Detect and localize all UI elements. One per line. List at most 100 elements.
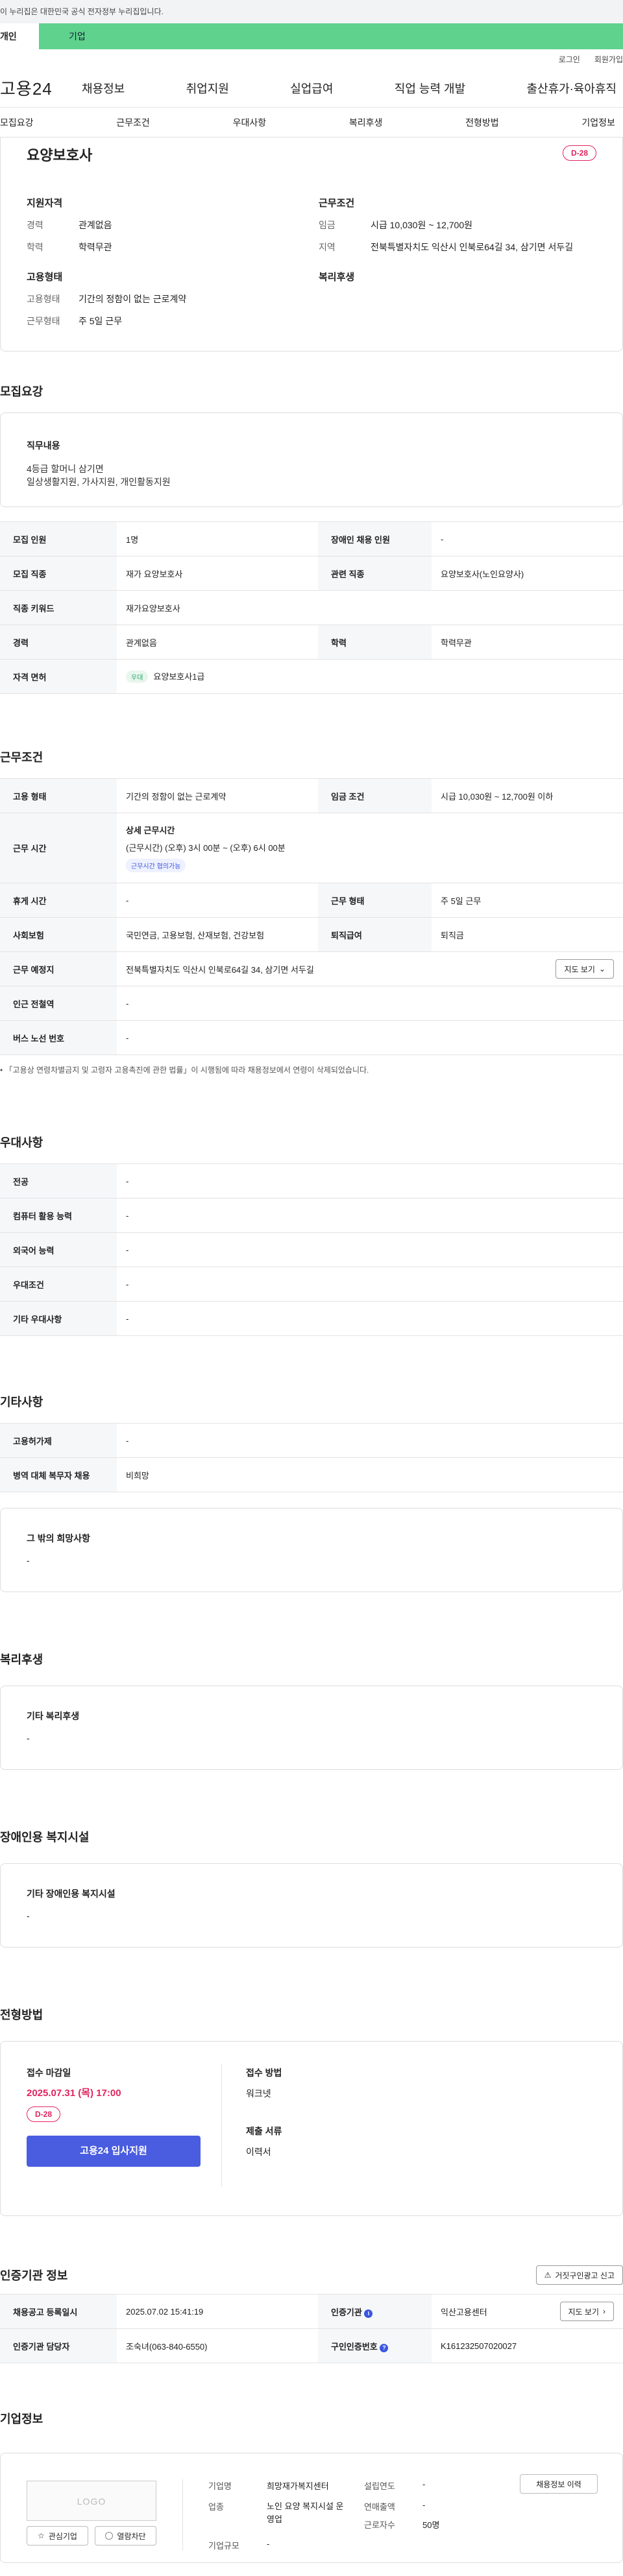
cell-value: 비희망: [117, 1457, 623, 1492]
duty-line: 4등급 할머니 삼기면: [27, 464, 104, 474]
hope-box: 그 밖의 희망사항 -: [0, 1508, 623, 1592]
cell-value: 2025.07.02 15:41:19: [117, 2294, 318, 2329]
agency-table: 채용공고 등록일시 2025.07.02 15:41:19 인증기관 i 익산고…: [0, 2294, 623, 2363]
gnb-item-employment-support[interactable]: 취업지원: [186, 80, 229, 97]
agency-map-button[interactable]: 지도 보기 ›: [559, 2302, 614, 2321]
company-sales-value: -: [422, 2500, 426, 2510]
table-row: 컴퓨터 활용 능력 -: [0, 1198, 623, 1233]
company-biz-value: 노인 요양 복지시설 운영업: [267, 2501, 344, 2524]
gnb-item-jobs[interactable]: 채용정보: [82, 80, 125, 97]
info-icon[interactable]: i: [364, 2309, 373, 2318]
table-row: 고용허가제 -: [0, 1423, 623, 1458]
qual-label: 학력: [27, 242, 43, 252]
cell-label: 근무 시간: [0, 813, 117, 883]
conditions-block: 근무조건 임금 시급 10,030원 ~ 12,700원 지역 전북특별자치도 익산…: [319, 196, 591, 263]
prefer-tag: 우대: [126, 671, 149, 683]
gov-notice-bar: 이 누리집은 대한민국 공식 전자정부 누리집입니다.: [0, 0, 623, 23]
apply-button[interactable]: 고용24 입사지원: [27, 2136, 201, 2167]
join-link[interactable]: 회원가입: [594, 54, 623, 65]
job-summary-card: 요양보호사 D-28 지원자격 경력 관계없음 학력 학력무관 근무조건 임금 시급 …: [0, 137, 623, 352]
table-row: 채용공고 등록일시 2025.07.02 15:41:19 인증기관 i 익산고…: [0, 2294, 623, 2329]
prefer-table: 전공 - 컴퓨터 활용 능력 - 외국어 능력 - 우대조건 - 기타 우대사항 -: [0, 1163, 623, 1336]
table-row: 고용 형태 기간의 정함이 없는 근로계약 임금 조건 시급 10,030원 ~…: [0, 778, 623, 813]
global-nav: 고용24 채용정보 취업지원 실업급여 직업 능력 개발 출산휴가·육아휴직: [0, 69, 623, 108]
cell-label: 모집 직종: [0, 556, 117, 591]
table-row: 모집 인원 1명 장애인 채용 인원 -: [0, 521, 623, 556]
snb-item-company[interactable]: 기업정보: [581, 116, 615, 129]
gnb-item-leave[interactable]: 출산휴가·육아휴직: [527, 80, 617, 97]
cell-label: 경력: [0, 625, 117, 660]
gov-notice-text: 이 누리집은 대한민국 공식 전자정부 누리집입니다.: [0, 7, 164, 16]
hours-cell: 상세 근무시간 (근무시간) (오후) 3시 00분 ~ (오후) 6시 00분…: [117, 813, 623, 883]
table-row: 전공 -: [0, 1163, 623, 1199]
favorite-company-button[interactable]: ☆ 관심기업: [27, 2526, 88, 2546]
cell-value: 조숙녀(063-840-6550): [117, 2328, 318, 2363]
table-row: 휴게 시간 - 근무 형태 주 5일 근무: [0, 883, 623, 918]
cell-label: 모집 인원: [0, 521, 117, 556]
age-notice: • 「고용상 연령차별금지 및 고령자 고용촉진에 관한 법률」이 시행됨에 따…: [0, 1064, 623, 1075]
dday-badge: D-28: [562, 145, 596, 161]
employ-label: 고용형태: [27, 294, 60, 304]
recruit-section-title: 모집요강: [0, 385, 43, 398]
chevron-down-icon: ⌄: [598, 964, 605, 973]
table-row: 인증기관 담당자 조숙녀(063-840-6550) 구인인증번호 ? K161…: [0, 2328, 623, 2363]
login-link[interactable]: 로그인: [559, 54, 580, 65]
table-row: 버스 노선 번호 -: [0, 1020, 623, 1055]
gnb-item-training[interactable]: 직업 능력 개발: [395, 80, 465, 97]
cell-value: -: [117, 1163, 623, 1199]
agency-org-cell: 익산고용센터 지도 보기 ›: [432, 2294, 623, 2329]
snb-item-welfare[interactable]: 복리후생: [349, 116, 383, 129]
cell-value: 관계없음: [117, 625, 318, 660]
welfare-box: 기타 복리후생 -: [0, 1686, 623, 1770]
company-name-label: 기업명: [208, 2481, 232, 2491]
conditions-title: 근무조건: [319, 198, 355, 209]
etc-section-title: 기타사항: [0, 1396, 43, 1409]
favorite-company-label: 관심기업: [48, 2531, 77, 2541]
block-icon: [105, 2532, 114, 2540]
map-view-button[interactable]: 지도 보기 ⌄: [556, 959, 614, 979]
deadline-value: 2025.07.31 (목) 17:00: [27, 2088, 121, 2099]
disabled-section-title: 장애인용 복지시설: [0, 1831, 90, 1844]
cell-label: 외국어 능력: [0, 1232, 117, 1267]
qual-label: 경력: [27, 220, 43, 230]
cell-label: 휴게 시간: [0, 883, 117, 918]
company-emp-label: 근로자수: [364, 2520, 395, 2530]
cond-label: 지역: [319, 242, 336, 252]
table-row: 외국어 능력 -: [0, 1232, 623, 1267]
cell-label: 임금 조건: [318, 778, 432, 813]
place-value: 전북특별자치도 익산시 인북로64길 34, 삼기면 서두길: [126, 964, 314, 975]
cell-value: -: [117, 1020, 623, 1055]
company-emp-value: 50명: [422, 2520, 440, 2530]
snb-item-apply[interactable]: 전형방법: [465, 116, 499, 129]
site-logo[interactable]: 고용24: [0, 76, 84, 100]
agency-map-label: 지도 보기: [568, 2307, 600, 2317]
table-row: 모집 직종 재가 요양보호사 관련 직종 요양보호사(노인요양사): [0, 556, 623, 591]
star-icon: ☆: [38, 2531, 45, 2540]
info-icon[interactable]: ?: [380, 2343, 389, 2352]
divider: [221, 2064, 222, 2187]
snb-item-work[interactable]: 근무조건: [116, 116, 150, 129]
block-view-button[interactable]: 열람차단: [95, 2526, 156, 2546]
report-fake-ad-button[interactable]: ⚠ 거짓구인광고 신고: [535, 2265, 623, 2285]
snb-item-recruit[interactable]: 모집요강: [0, 116, 34, 129]
cell-value: 재가요양보호사: [117, 590, 623, 625]
cell-label: 컴퓨터 활용 능력: [0, 1198, 117, 1233]
job-title: 요양보호사: [27, 147, 93, 163]
cell-value: -: [117, 986, 623, 1021]
snb-item-prefer[interactable]: 우대사항: [233, 116, 267, 129]
hope-value: -: [27, 1555, 30, 1566]
welfare-summary-title: 복리후생: [319, 272, 355, 283]
gnb-item-unemployment-benefit[interactable]: 실업급여: [290, 80, 333, 97]
hours-tag: 근무시간 협의가능: [126, 859, 186, 872]
tab-personal[interactable]: 개인: [0, 23, 39, 49]
cell-value: -: [117, 1301, 623, 1336]
tab-company[interactable]: 기업: [39, 23, 623, 49]
disabled-box: 기타 장애인용 복지시설 -: [0, 1863, 623, 1948]
work-table: 고용 형태 기간의 정함이 없는 근로계약 임금 조건 시급 10,030원 ~…: [0, 778, 623, 1055]
employ-value: 주 5일 근무: [79, 316, 123, 326]
qual-value: 학력무관: [79, 242, 112, 252]
table-row: 병역 대체 복무자 채용 비희망: [0, 1457, 623, 1492]
job-history-button[interactable]: 채용정보 이력: [520, 2474, 598, 2494]
util-bar: 로그인 회원가입: [0, 49, 623, 69]
agency-no-label-cell: 구인인증번호 ?: [318, 2328, 432, 2363]
